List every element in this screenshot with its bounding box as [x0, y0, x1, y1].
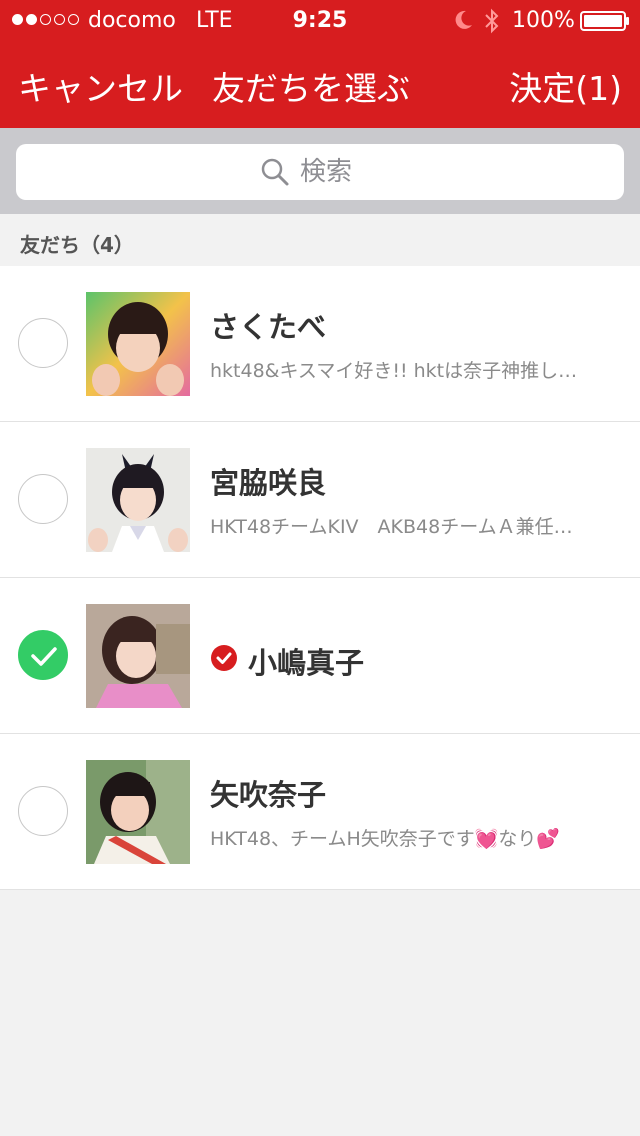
avatar: [86, 448, 190, 552]
cancel-button[interactable]: キャンセル: [18, 62, 183, 110]
avatar: [86, 604, 190, 708]
verified-badge-icon: [211, 645, 237, 671]
friend-row[interactable]: 宮脇咲良 HKT48チームKIV AKB48チームＡ兼任…: [0, 422, 640, 578]
moon-icon: [455, 10, 472, 29]
search-input[interactable]: [300, 157, 380, 187]
status-bar: docomo LTE 9:25 100%: [0, 0, 640, 42]
checkmark-icon: [31, 647, 57, 666]
friend-name: さくたべ: [210, 310, 327, 344]
friend-name: 矢吹奈子: [210, 778, 327, 812]
app-header: docomo LTE 9:25 100% キャンセル 友だちを選ぶ 決定(1): [0, 0, 640, 128]
friend-status-message: HKT48チームKIV AKB48チームＡ兼任…: [210, 516, 573, 538]
search-icon: [261, 158, 289, 186]
avatar: [86, 292, 190, 396]
friend-status-message: HKT48、チームH矢吹奈子です💓なり💕: [210, 828, 561, 850]
avatar: [86, 760, 190, 864]
page-title: 友だちを選ぶ: [212, 69, 410, 108]
select-checkbox[interactable]: [18, 318, 68, 368]
friend-name: 小嶋真子: [248, 646, 365, 680]
bluetooth-icon: [485, 8, 499, 34]
section-label: 友だち（4）: [20, 233, 134, 257]
select-checkbox[interactable]: [18, 474, 68, 524]
section-header: 友だち（4）: [0, 214, 640, 266]
search-bar: [0, 128, 640, 214]
select-checkbox[interactable]: [18, 630, 68, 680]
select-checkbox[interactable]: [18, 786, 68, 836]
battery-icon: [580, 11, 629, 31]
battery-percent: 100%: [512, 8, 575, 33]
friend-row[interactable]: 矢吹奈子 HKT48、チームH矢吹奈子です💓なり💕: [0, 734, 640, 890]
search-field[interactable]: [16, 144, 624, 200]
friend-name: 宮脇咲良: [210, 466, 327, 500]
empty-area: [0, 890, 640, 1136]
friend-status-message: hkt48&キスマイ好き!! hktは奈子神推し…: [210, 360, 578, 382]
confirm-button[interactable]: 決定(1): [509, 62, 622, 110]
friend-row[interactable]: さくたべ hkt48&キスマイ好き!! hktは奈子神推し…: [0, 266, 640, 422]
friend-list: さくたべ hkt48&キスマイ好き!! hktは奈子神推し… 宮脇咲良 HKT4…: [0, 266, 640, 890]
friend-row[interactable]: 小嶋真子: [0, 578, 640, 734]
